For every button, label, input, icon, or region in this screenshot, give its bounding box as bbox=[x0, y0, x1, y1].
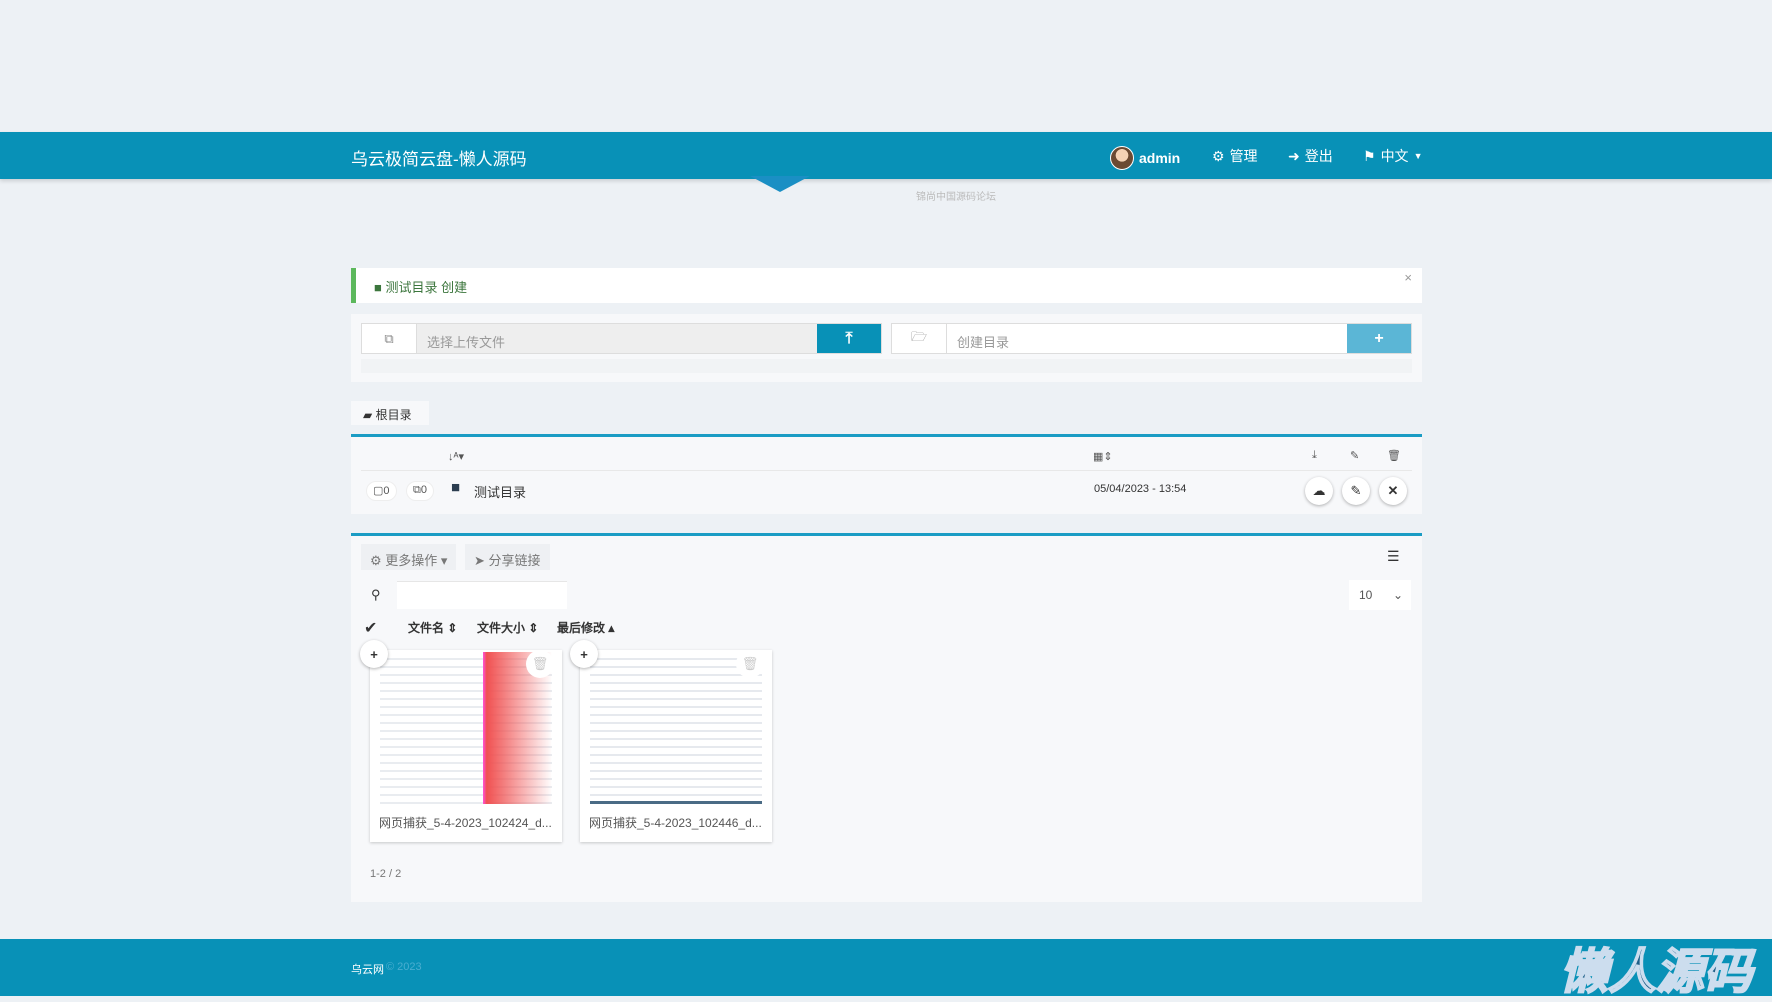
file-thumbnail bbox=[590, 652, 762, 804]
delete-file-button[interactable]: 🗑 bbox=[526, 650, 554, 678]
file-card[interactable]: + 🗑 网页捕获_5-4-2023_102446_d... bbox=[570, 640, 772, 842]
lang-label: 中文 bbox=[1380, 148, 1409, 164]
flag-icon: ⚑ bbox=[1363, 147, 1376, 164]
select-file-button[interactable]: + bbox=[360, 640, 388, 668]
files-panel: ⚙ 更多操作 ▾ ➤ 分享链接 ☰ ⚲ 10 ⌄ ✔ 文件名 ⇕ 文件大小 ⇕ 最… bbox=[351, 536, 1422, 902]
folder-table: ↓ᴬ▾ ▦⇕ ⤓ ✎ 🗑 ▢0 ⧉0 ■ 测试目录 05/04/2023 - 1… bbox=[351, 437, 1422, 514]
footer-site-link[interactable]: 乌云网 bbox=[351, 961, 384, 977]
upload-file-input[interactable]: 选择上传文件 bbox=[417, 324, 817, 353]
upload-progress-bar bbox=[361, 359, 1412, 373]
breadcrumb-root[interactable]: ▰ 根目录 bbox=[351, 401, 429, 425]
delete-file-button[interactable]: 🗑 bbox=[736, 650, 764, 678]
search-input[interactable] bbox=[397, 581, 567, 609]
alert-action: 创建 bbox=[441, 280, 468, 295]
footer-copyright: © 2023 bbox=[386, 961, 422, 973]
close-alert-button[interactable]: × bbox=[1404, 270, 1412, 285]
more-actions-dropdown[interactable]: ⚙ 更多操作 ▾ bbox=[361, 544, 457, 570]
sign-out-icon: ➜ bbox=[1288, 147, 1300, 164]
upload-panel: ⧉ 选择上传文件 ⤒ 🗁 创建目录 + bbox=[351, 314, 1422, 382]
download-folder-button[interactable]: ☁ bbox=[1305, 477, 1333, 505]
file-thumbnail bbox=[380, 652, 552, 804]
folder-name-link[interactable]: 测试目录 bbox=[474, 482, 526, 501]
language-dropdown[interactable]: ⚑ 中文 ▼ bbox=[1363, 146, 1422, 166]
manage-link[interactable]: ⚙ 管理 bbox=[1212, 146, 1258, 166]
sort-name-icon[interactable]: ↓ᴬ▾ bbox=[448, 450, 464, 463]
sort-filesize[interactable]: 文件大小 ⇕ bbox=[477, 619, 538, 636]
footer: 乌云网 © 2023 bbox=[0, 939, 1772, 996]
delete-folder-button[interactable]: ✕ bbox=[1379, 477, 1407, 505]
user-menu[interactable]: admin bbox=[1110, 146, 1180, 170]
folder-row[interactable]: ▢0 ⧉0 ■ 测试目录 05/04/2023 - 13:54 ☁ ✎ ✕ bbox=[351, 473, 1422, 509]
sort-date-icon[interactable]: ▦⇕ bbox=[1093, 450, 1113, 463]
success-alert: ■ 测试目录 创建 × bbox=[351, 268, 1422, 303]
manage-label: 管理 bbox=[1229, 148, 1258, 164]
logout-label: 登出 bbox=[1304, 148, 1333, 164]
upload-icon: ⤒ bbox=[845, 329, 853, 347]
upload-button[interactable]: ⤒ bbox=[817, 324, 881, 353]
trash-header-icon: 🗑 bbox=[1387, 450, 1401, 462]
logo: 锦尚中国源码论坛 bbox=[750, 176, 1020, 206]
list-view-icon[interactable]: ☰ bbox=[1387, 548, 1400, 565]
logout-link[interactable]: ➜ 登出 bbox=[1288, 146, 1333, 166]
folder-icon: ■ bbox=[374, 280, 382, 295]
file-count-badge: ⧉0 bbox=[406, 481, 434, 501]
create-folder-input[interactable]: 创建目录 bbox=[947, 324, 1347, 353]
plus-icon: + bbox=[1374, 329, 1384, 347]
file-name[interactable]: 网页捕获_5-4-2023_102446_d... bbox=[589, 814, 762, 831]
upload-group: ⧉ 选择上传文件 ⤒ bbox=[361, 323, 882, 354]
logo-subtitle: 锦尚中国源码论坛 bbox=[916, 192, 996, 203]
per-page-value: 10 bbox=[1359, 588, 1373, 602]
file-name[interactable]: 网页捕获_5-4-2023_102424_d... bbox=[379, 814, 552, 831]
avatar bbox=[1110, 146, 1134, 170]
pencil-header-icon: ✎ bbox=[1350, 450, 1360, 462]
username: admin bbox=[1139, 150, 1181, 166]
create-folder-button[interactable]: + bbox=[1347, 324, 1411, 353]
pagination-info: 1-2 / 2 bbox=[370, 868, 402, 880]
sort-modified[interactable]: 最后修改 ▴ bbox=[557, 619, 614, 636]
search-icon: ⚲ bbox=[371, 587, 381, 602]
divider bbox=[361, 470, 1412, 471]
chevron-down-icon: ⌄ bbox=[1392, 588, 1403, 602]
rename-folder-button[interactable]: ✎ bbox=[1342, 477, 1370, 505]
brand-title[interactable]: 乌云极简云盘-懒人源码 bbox=[351, 145, 527, 170]
files-icon: ⧉ bbox=[362, 324, 417, 353]
select-all-check-icon[interactable]: ✔ bbox=[364, 618, 377, 638]
folder-open-icon: ▰ bbox=[363, 408, 373, 422]
select-file-button[interactable]: + bbox=[570, 640, 598, 668]
folder-open-icon: 🗁 bbox=[892, 324, 947, 353]
more-actions-label: 更多操作 bbox=[385, 553, 438, 568]
root-label: 根目录 bbox=[375, 408, 412, 422]
per-page-select[interactable]: 10 ⌄ bbox=[1349, 580, 1411, 610]
share-link-button[interactable]: ➤ 分享链接 bbox=[465, 544, 550, 570]
mkdir-group: 🗁 创建目录 + bbox=[891, 323, 1412, 354]
dir-count-badge: ▢0 bbox=[366, 481, 397, 501]
caret-down-icon: ▼ bbox=[1413, 151, 1423, 161]
cogs-icon: ⚙ bbox=[1212, 147, 1225, 164]
share-label: 分享链接 bbox=[488, 553, 541, 568]
alert-folder: 测试目录 bbox=[385, 280, 438, 295]
logo-mark-icon bbox=[750, 176, 810, 192]
file-card[interactable]: + 🗑 网页捕获_5-4-2023_102424_d... bbox=[360, 640, 562, 842]
watermark: 懒人源码 bbox=[1559, 945, 1753, 1000]
download-header-icon: ⤓ bbox=[1312, 449, 1317, 461]
sort-filename[interactable]: 文件名 ⇕ bbox=[408, 619, 457, 636]
folder-icon: ■ bbox=[451, 479, 461, 496]
navbar: 乌云极简云盘-懒人源码 admin ⚙ 管理 ➜ 登出 ⚑ 中文 ▼ bbox=[0, 132, 1772, 179]
folder-date: 05/04/2023 - 13:54 bbox=[1094, 483, 1187, 495]
